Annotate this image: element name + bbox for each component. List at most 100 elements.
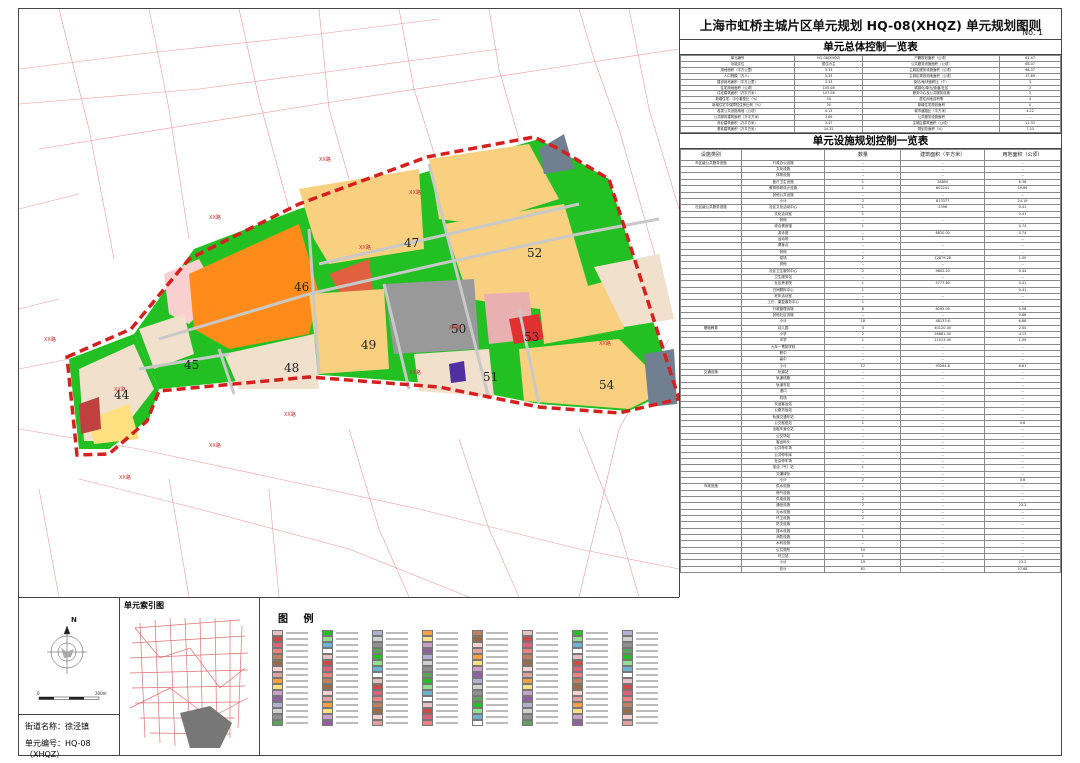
legend-swatch bbox=[472, 630, 483, 636]
legend-label-placeholder bbox=[386, 674, 408, 676]
map-canvas: 44 45 46 47 48 49 50 51 52 53 54 XX路 XX路… bbox=[19, 9, 679, 597]
legend-label-placeholder bbox=[586, 650, 608, 652]
legend-label-placeholder bbox=[586, 674, 608, 676]
legend-label-placeholder bbox=[636, 686, 658, 688]
legend-label-placeholder bbox=[386, 722, 408, 724]
legend-label-placeholder bbox=[336, 716, 358, 718]
legend-swatch bbox=[372, 648, 383, 654]
legend-swatch bbox=[272, 708, 283, 714]
block-54: 54 bbox=[599, 378, 615, 392]
legend-label-placeholder bbox=[486, 644, 508, 646]
index-map-title: 单元索引图 bbox=[124, 601, 164, 610]
legend-swatch bbox=[422, 690, 433, 696]
facility-header-cell: 设施类别 bbox=[680, 148, 742, 161]
legend-swatch bbox=[422, 642, 433, 648]
legend-label-placeholder bbox=[336, 692, 358, 694]
legend-swatch bbox=[622, 678, 633, 684]
legend-swatch bbox=[572, 690, 583, 696]
legend-title: 图 例 bbox=[278, 614, 320, 625]
legend-swatch bbox=[572, 642, 583, 648]
legend-label-placeholder bbox=[336, 632, 358, 634]
legend-label-placeholder bbox=[536, 722, 558, 724]
legend-column bbox=[522, 630, 570, 726]
svg-text:XX路: XX路 bbox=[119, 474, 131, 481]
legend-label-placeholder bbox=[336, 656, 358, 658]
legend-label-placeholder bbox=[386, 638, 408, 640]
legend-label-placeholder bbox=[536, 638, 558, 640]
legend-swatch bbox=[422, 684, 433, 690]
legend-label-placeholder bbox=[636, 704, 658, 706]
legend-swatch bbox=[322, 708, 333, 714]
svg-text:XX路: XX路 bbox=[114, 386, 126, 393]
legend-swatch bbox=[372, 672, 383, 678]
legend-swatch bbox=[372, 720, 383, 726]
legend-label-placeholder bbox=[586, 692, 608, 694]
facility-cell: 57.68 bbox=[983, 565, 1061, 574]
legend-column bbox=[472, 630, 520, 726]
legend-label-placeholder bbox=[386, 632, 408, 634]
legend-label-placeholder bbox=[436, 680, 458, 682]
legend-label-placeholder bbox=[436, 650, 458, 652]
overall-cell: 14.32 bbox=[793, 125, 864, 133]
svg-text:XX路: XX路 bbox=[449, 324, 461, 331]
legend-label-placeholder bbox=[486, 668, 508, 670]
legend-label-placeholder bbox=[386, 692, 408, 694]
legend-swatch bbox=[572, 660, 583, 666]
planning-map[interactable]: 44 45 46 47 48 49 50 51 52 53 54 XX路 XX路… bbox=[19, 9, 680, 597]
control-panel: 上海市虹桥主城片区单元规划 HQ-08(XHQZ) 单元规划图则 No. 1 单… bbox=[680, 9, 1061, 755]
legend-label-placeholder bbox=[336, 698, 358, 700]
legend-swatch bbox=[522, 696, 533, 702]
legend-label-placeholder bbox=[486, 632, 508, 634]
legend-swatch bbox=[422, 714, 433, 720]
legend-label-placeholder bbox=[336, 686, 358, 688]
legend-column bbox=[622, 630, 670, 726]
block-53: 53 bbox=[524, 330, 539, 344]
facility-cell: 61 bbox=[824, 565, 902, 574]
legend-label-placeholder bbox=[486, 674, 508, 676]
legend-label-placeholder bbox=[286, 656, 308, 658]
legend-swatch bbox=[572, 678, 583, 684]
legend-label-placeholder bbox=[586, 710, 608, 712]
legend-swatch bbox=[572, 630, 583, 636]
legend-label-placeholder bbox=[286, 662, 308, 664]
legend-swatch bbox=[272, 654, 283, 660]
legend-label-placeholder bbox=[536, 674, 558, 676]
legend-swatch bbox=[522, 714, 533, 720]
legend-label-placeholder bbox=[386, 656, 408, 658]
legend-label-placeholder bbox=[436, 692, 458, 694]
facility-section-title: 单元设施规划控制一览表 bbox=[680, 132, 1061, 149]
legend-label-placeholder bbox=[636, 632, 658, 634]
legend-swatch bbox=[622, 666, 633, 672]
legend-swatch bbox=[622, 642, 633, 648]
legend-swatch bbox=[372, 660, 383, 666]
legend-label-placeholder bbox=[586, 668, 608, 670]
legend-label-placeholder bbox=[486, 692, 508, 694]
facility-cell bbox=[680, 566, 742, 574]
legend-label-placeholder bbox=[386, 716, 408, 718]
legend-swatch bbox=[572, 684, 583, 690]
legend-swatch bbox=[472, 708, 483, 714]
legend-item bbox=[372, 720, 420, 726]
legend-swatch bbox=[572, 702, 583, 708]
legend-swatch bbox=[322, 720, 333, 726]
legend-swatch bbox=[272, 630, 283, 636]
legend-label-placeholder bbox=[386, 650, 408, 652]
legend-swatch bbox=[322, 642, 333, 648]
svg-text:XX路: XX路 bbox=[409, 189, 421, 196]
legend-swatch bbox=[422, 654, 433, 660]
legend-swatch bbox=[572, 672, 583, 678]
legend-label-placeholder bbox=[436, 716, 458, 718]
legend-column bbox=[322, 630, 370, 726]
legend-label-placeholder bbox=[286, 698, 308, 700]
legend-swatch bbox=[572, 696, 583, 702]
legend-label-placeholder bbox=[536, 716, 558, 718]
legend-swatch bbox=[572, 648, 583, 654]
legend-label-placeholder bbox=[386, 680, 408, 682]
legend-label-placeholder bbox=[636, 692, 658, 694]
legend-item bbox=[472, 720, 520, 726]
legend-swatch bbox=[422, 696, 433, 702]
legend-swatch bbox=[522, 654, 533, 660]
legend-label-placeholder bbox=[336, 674, 358, 676]
legend-swatch bbox=[522, 690, 533, 696]
legend-swatch bbox=[472, 642, 483, 648]
